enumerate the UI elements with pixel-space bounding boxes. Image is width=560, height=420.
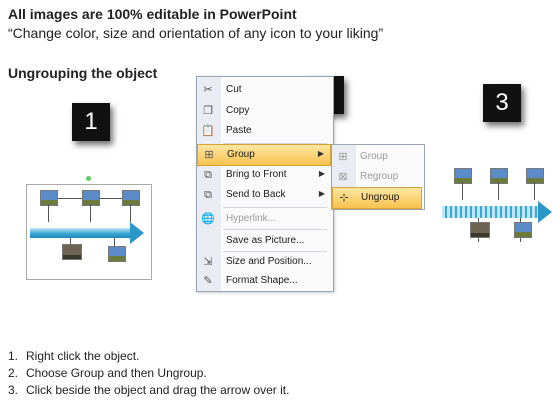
submenu-arrow-icon: ▶ [318,169,325,178]
photo-thumbnail [526,168,544,184]
photo-thumbnail [490,168,508,184]
save-picture-icon [201,234,215,248]
submenu-item-group[interactable]: ⊞ Group [332,147,422,167]
photo-thumbnail [40,190,58,206]
menu-label: Ungroup [361,192,400,203]
photo-thumbnail [62,244,82,260]
menu-label: Send to Back [226,189,286,200]
page-title: All images are 100% editable in PowerPoi… [8,6,297,22]
hyperlink-icon: 🌐 [201,213,215,225]
send-back-icon: ⧉ [204,189,212,201]
step-text: Right click the object. [26,349,140,363]
size-position-icon: ⇲ [203,256,213,268]
menu-label: Cut [226,84,242,95]
page-subtitle: “Change color, size and orientation of a… [8,25,384,41]
copy-icon: ❐ [203,105,213,117]
menu-label: Bring to Front [226,169,287,180]
list-item: 2. Choose Group and then Ungroup. [8,365,289,382]
menu-item-save-as-picture[interactable]: Save as Picture... [197,231,331,251]
group-submenu: ⊞ Group ⊠ Regroup ⊹ Ungroup [331,144,425,210]
connector-line [462,182,463,200]
photo-thumbnail [454,168,472,184]
menu-label: Format Shape... [226,275,298,286]
group-icon: ⊞ [338,151,348,163]
connector-line [48,204,49,222]
step-badge-3: 3 [483,84,521,122]
step-number: 2. [8,366,19,380]
ungroup-icon: ⊹ [339,192,349,204]
list-item: 3. Click beside the object and drag the a… [8,382,289,399]
list-item: 1. Right click the object. [8,348,289,365]
menu-item-bring-to-front[interactable]: ⧉ Bring to Front ▶ [197,165,331,185]
section-title: Ungrouping the object [8,65,158,81]
menu-label: Group [360,151,388,162]
menu-item-send-to-back[interactable]: ⧉ Send to Back ▶ [197,185,331,205]
connector-line [90,204,91,222]
photo-thumbnail [108,246,126,262]
step-number: 3. [8,383,19,397]
menu-item-format-shape[interactable]: ✎ Format Shape... [197,271,331,291]
menu-label: Size and Position... [226,256,312,267]
instructions-list: 1. Right click the object. 2. Choose Group… [8,348,289,399]
group-icon: ⊞ [204,149,214,161]
paste-icon: 📋 [201,125,215,137]
photo-thumbnail [470,222,490,238]
menu-item-copy[interactable]: ❐ Copy [197,101,331,121]
context-menu: ✂ Cut ❐ Copy 📋 Paste ⊞ Group ▶ ⧉ Bring t… [196,76,334,292]
menu-label: Copy [226,105,250,116]
grouped-object[interactable] [26,176,152,280]
menu-label: Group [227,149,255,160]
menu-label: Regroup [360,171,399,182]
step-badge-1: 1 [72,103,110,141]
ungrouped-object[interactable] [440,160,552,260]
submenu-item-ungroup[interactable]: ⊹ Ungroup [332,187,422,209]
step-number: 1. [8,349,19,363]
photo-thumbnail [82,190,100,206]
connector-line [498,182,499,200]
scissors-icon: ✂ [203,84,213,96]
menu-item-paste[interactable]: 📋 Paste [197,121,331,141]
regroup-icon: ⊠ [338,171,348,183]
menu-item-size-and-position[interactable]: ⇲ Size and Position... [197,252,331,272]
arrow-head-icon [130,222,144,244]
menu-separator [223,207,327,208]
connector-line [534,182,535,200]
rotate-handle[interactable] [86,176,91,181]
submenu-arrow-icon: ▶ [318,189,325,198]
menu-item-cut[interactable]: ✂ Cut [197,80,331,100]
submenu-arrow-icon: ▶ [317,149,324,158]
photo-thumbnail [514,222,532,238]
bring-front-icon: ⧉ [204,169,212,181]
connector-line [130,204,131,222]
menu-item-group[interactable]: ⊞ Group ▶ [197,144,331,166]
menu-separator [223,229,327,230]
arrow-head-icon [538,201,552,223]
menu-label: Paste [226,125,252,136]
menu-label: Save as Picture... [226,235,305,246]
step-text: Click beside the object and drag the arr… [26,383,290,397]
menu-label: Hyperlink... [226,213,277,224]
format-shape-icon: ✎ [203,275,213,287]
menu-item-hyperlink[interactable]: 🌐 Hyperlink... [197,209,331,229]
photo-thumbnail [122,190,140,206]
timeline-arrow [30,228,130,238]
timeline-arrow[interactable] [442,206,538,218]
submenu-item-regroup[interactable]: ⊠ Regroup [332,167,422,187]
step-text: Choose Group and then Ungroup. [26,366,207,380]
